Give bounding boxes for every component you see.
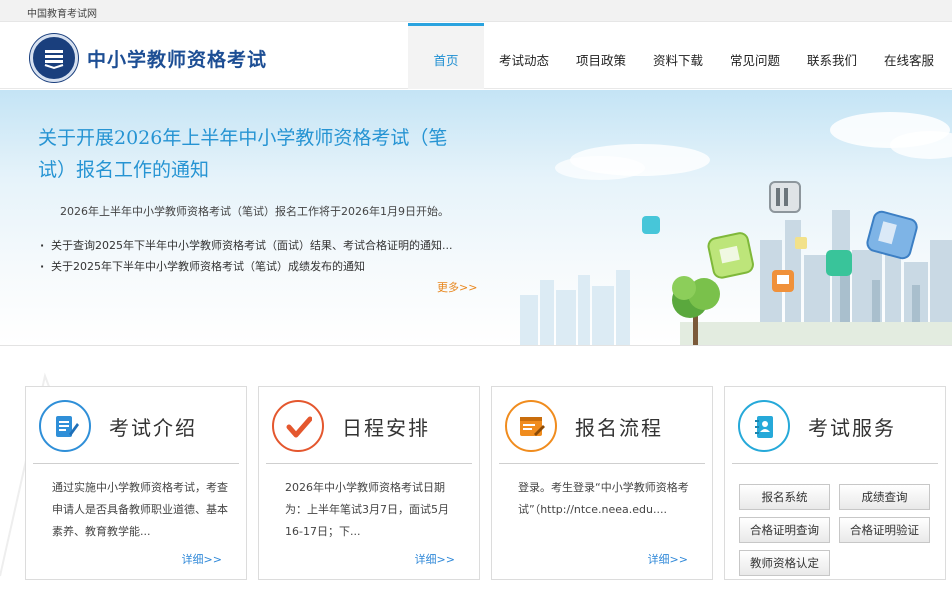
registration-system-button[interactable]: 报名系统 bbox=[739, 484, 830, 510]
card-registration: 报名流程 登录。考生登录“中小学教师资格考试”（http://ntce.neea… bbox=[491, 386, 713, 580]
certificate-query-button[interactable]: 合格证明查询 bbox=[739, 517, 830, 543]
more-news-link[interactable]: 更多>> bbox=[437, 279, 477, 295]
card-text: 通过实施中小学教师资格考试，考查申请人是否具备教师职业道德、基本素养、教育教学能… bbox=[52, 481, 228, 538]
site-label[interactable]: 中国教育考试网 bbox=[27, 5, 97, 20]
score-query-button[interactable]: 成绩查询 bbox=[839, 484, 930, 510]
contact-book-icon bbox=[738, 400, 790, 452]
card-more-link[interactable]: 详细>> bbox=[415, 551, 455, 567]
card-title[interactable]: 考试服务 bbox=[808, 412, 896, 441]
nav-item-contact[interactable]: 联系我们 bbox=[794, 23, 870, 89]
browser-form-icon bbox=[505, 400, 557, 452]
card-divider bbox=[266, 463, 472, 464]
card-divider bbox=[33, 463, 239, 464]
card-more-link[interactable]: 详细>> bbox=[648, 551, 688, 567]
card-exam-intro: 考试介绍 通过实施中小学教师资格考试，考查申请人是否具备教师职业道德、基本素养、… bbox=[25, 386, 247, 580]
document-pen-icon bbox=[39, 400, 91, 452]
news-item[interactable]: 关于查询2025年下半年中小学教师资格考试（面试）结果、考试合格证明的通知... bbox=[38, 235, 468, 256]
card-divider bbox=[732, 463, 938, 464]
hero-banner: 关于开展2026年上半年中小学教师资格考试（笔试）报名工作的通知 2026年上半… bbox=[0, 90, 952, 346]
card-text: 登录。考生登录“中小学教师资格考试”（http://ntce.neea.edu.… bbox=[518, 481, 689, 516]
card-schedule: 日程安排 2026年中小学教师资格考试日期为：上半年笔试3月7日，面试5月16-… bbox=[258, 386, 480, 580]
nav-item-online-service[interactable]: 在线客服 bbox=[871, 23, 947, 89]
site-header: 中小学教师资格考试 首页 考试动态 项目政策 资料下载 常见问题 联系我们 在线… bbox=[0, 23, 952, 89]
card-title[interactable]: 报名流程 bbox=[575, 412, 663, 441]
checkmark-icon bbox=[272, 400, 324, 452]
card-title[interactable]: 考试介绍 bbox=[109, 412, 197, 441]
banner-headline[interactable]: 关于开展2026年上半年中小学教师资格考试（笔试）报名工作的通知 bbox=[38, 122, 458, 186]
card-title[interactable]: 日程安排 bbox=[342, 412, 430, 441]
book-emblem-icon[interactable] bbox=[30, 34, 78, 82]
card-text: 2026年中小学教师资格考试日期为：上半年笔试3月7日，面试5月16-17日；下… bbox=[285, 481, 449, 538]
card-divider bbox=[499, 463, 705, 464]
news-item[interactable]: 关于2025年下半年中小学教师资格考试（笔试）成绩发布的通知 bbox=[38, 256, 468, 277]
certificate-verify-button[interactable]: 合格证明验证 bbox=[839, 517, 930, 543]
card-more-link[interactable]: 详细>> bbox=[182, 551, 222, 567]
nav-item-policy[interactable]: 项目政策 bbox=[563, 23, 639, 89]
nav-item-home[interactable]: 首页 bbox=[408, 23, 484, 89]
nav-item-faq[interactable]: 常见问题 bbox=[717, 23, 793, 89]
news-list: 关于查询2025年下半年中小学教师资格考试（面试）结果、考试合格证明的通知...… bbox=[38, 235, 468, 277]
nav-item-downloads[interactable]: 资料下载 bbox=[640, 23, 716, 89]
card-exam-services: 考试服务 报名系统 成绩查询 合格证明查询 合格证明验证 教师资格认定 bbox=[724, 386, 946, 580]
site-title[interactable]: 中小学教师资格考试 bbox=[87, 45, 267, 72]
top-bar: 中国教育考试网 bbox=[0, 0, 952, 22]
nav-item-exam-news[interactable]: 考试动态 bbox=[486, 23, 562, 89]
teacher-qualification-button[interactable]: 教师资格认定 bbox=[739, 550, 830, 576]
banner-subline: 2026年上半年中小学教师资格考试（笔试）报名工作将于2026年1月9日开始。 bbox=[60, 205, 449, 218]
